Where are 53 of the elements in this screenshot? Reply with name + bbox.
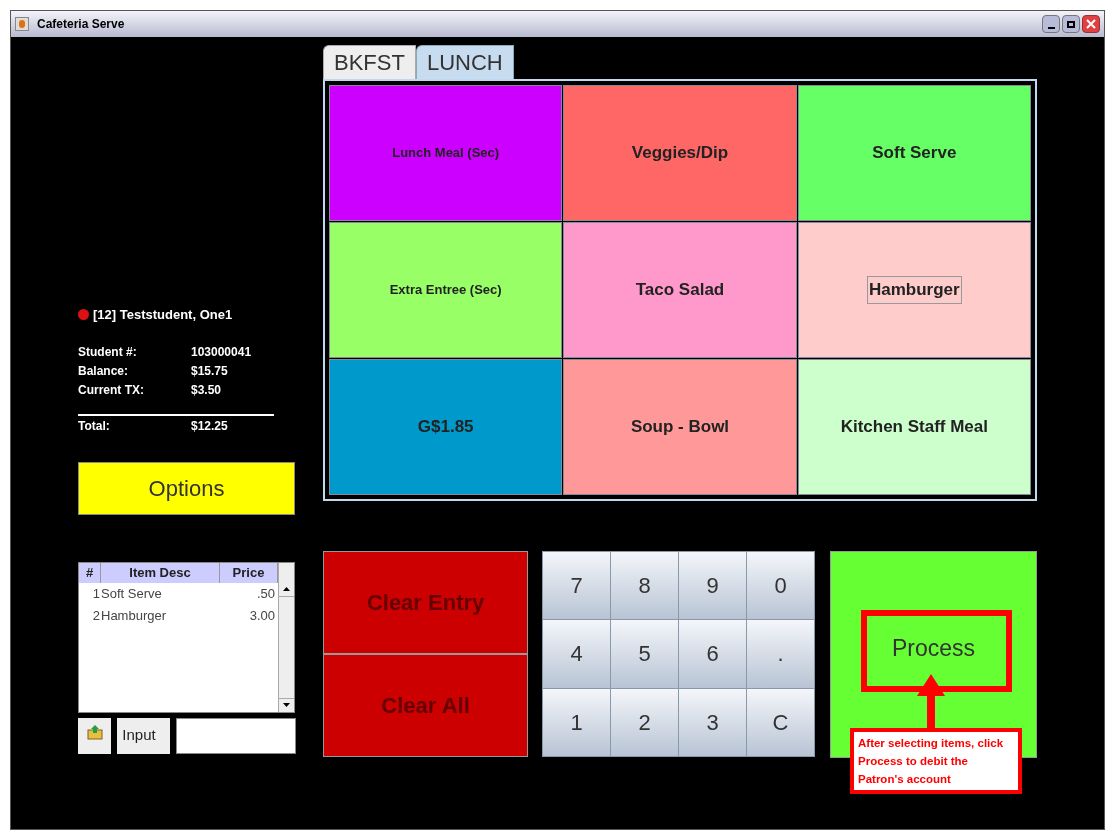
tab[interactable]: LUNCH — [415, 45, 514, 79]
total-value: $12.25 — [191, 417, 228, 435]
close-button[interactable] — [1082, 15, 1100, 33]
close-icon — [1086, 19, 1096, 29]
window-title: Cafeteria Serve — [37, 16, 125, 33]
callout-text: After selecting items, click Process to debit the Patron's account — [850, 728, 1022, 794]
keypad-key[interactable]: 0 — [747, 552, 814, 620]
keypad-key[interactable]: C — [747, 688, 814, 756]
keypad-key[interactable]: 2 — [611, 688, 679, 756]
column-header: # — [79, 562, 101, 583]
keypad-key[interactable]: 3 — [679, 688, 747, 756]
menu-item-button[interactable]: Hamburger — [797, 222, 1031, 358]
input-field[interactable] — [176, 717, 296, 754]
input-label: Input — [117, 717, 170, 754]
table-cell-text: 1 — [91, 584, 101, 603]
table-cell-text: .50 — [255, 584, 276, 603]
keypad-key[interactable]: 9 — [679, 552, 747, 620]
import-button[interactable] — [78, 717, 112, 754]
menu-item-button[interactable]: Veggies/Dip — [563, 85, 797, 221]
menu-item-button[interactable]: Lunch Meal (Sec) — [329, 85, 563, 221]
field-label: Current TX: — [78, 381, 145, 399]
menu-item-button[interactable]: Extra Entree (Sec) — [329, 222, 563, 358]
keypad-key[interactable]: 7 — [543, 552, 611, 620]
field-label: Student #: — [78, 343, 138, 361]
minimize-button[interactable] — [1042, 15, 1060, 33]
tab[interactable]: BKFST — [323, 45, 416, 79]
restore-button[interactable] — [1062, 15, 1080, 33]
menu-item-button[interactable]: Kitchen Staff Meal — [797, 359, 1031, 495]
menu-item-button[interactable]: Soft Serve — [797, 85, 1031, 221]
column-header: Item Desc — [101, 562, 220, 583]
menu-item-button[interactable]: G$1.85 — [329, 359, 563, 495]
keypad-key[interactable]: 1 — [543, 688, 611, 756]
menu-item-button[interactable]: Taco Salad — [563, 222, 797, 358]
total-label: Total: — [78, 417, 111, 435]
field-label: Balance: — [78, 362, 130, 380]
menu-item-button[interactable]: Soup - Bowl — [563, 359, 797, 495]
table-cell-text: 3.00 — [248, 606, 276, 625]
keypad-key[interactable]: 4 — [543, 620, 611, 688]
scrollbar[interactable] — [278, 562, 294, 712]
keypad-key[interactable]: 8 — [611, 552, 679, 620]
java-icon — [15, 17, 29, 31]
options-button[interactable]: Options — [78, 461, 295, 515]
keypad-key[interactable]: 6 — [679, 620, 747, 688]
folder-arrow-icon — [86, 723, 103, 740]
table-cell-text: Hamburger — [101, 606, 168, 625]
field-value: $3.50 — [191, 381, 222, 399]
field-value: $15.75 — [191, 362, 228, 380]
field-value: 103000041 — [191, 343, 252, 361]
keypad-key[interactable]: 5 — [611, 620, 679, 688]
table-cell-text: Soft Serve — [101, 584, 163, 603]
patron-name: [12] Teststudent, One1 — [93, 306, 233, 324]
table-cell-text: 2 — [91, 606, 101, 625]
keypad-key[interactable]: . — [747, 620, 814, 688]
